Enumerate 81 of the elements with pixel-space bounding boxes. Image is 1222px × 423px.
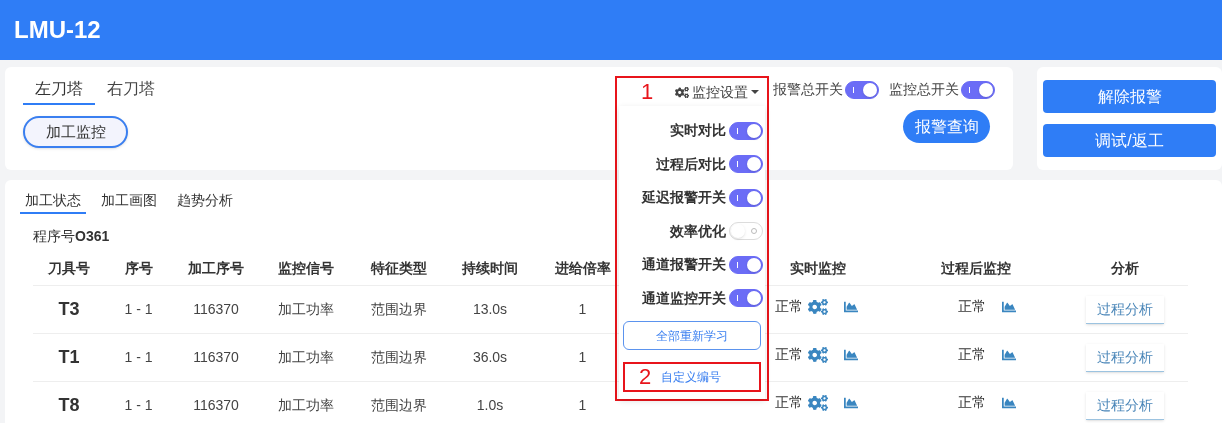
analysis-button[interactable]: 过程分析 (1086, 295, 1164, 324)
switch-label: 报警总开关 (773, 80, 843, 99)
table-cell-text: 1 - 1 (124, 300, 153, 319)
gear-icon[interactable] (808, 297, 828, 316)
relearn-button[interactable]: 全部重新学习 (623, 321, 761, 350)
table-cell-text: 1.0s (476, 396, 504, 415)
table-cell-text: 1 (578, 348, 587, 367)
area-chart-icon[interactable] (843, 347, 859, 362)
column-header: 分析 (1111, 258, 1139, 278)
toggle-label: 延迟报警开关 (642, 188, 726, 208)
content-tab[interactable]: 趋势分析 (172, 188, 238, 214)
table-cell-text: 116370 (193, 396, 239, 415)
area-chart-icon[interactable] (843, 395, 859, 410)
status-text: 正常 (958, 345, 986, 364)
table-cell-text: 13.0s (472, 300, 508, 319)
table-cell-text: T3 (58, 298, 80, 321)
toggle-switch[interactable] (961, 80, 995, 99)
custom-number-button[interactable]: 自定义编号 (651, 364, 759, 390)
table-cell-text: 1 (578, 396, 587, 415)
column-header: 监控信号 (278, 258, 334, 278)
action-button[interactable]: 解除报警 (1043, 80, 1216, 113)
status-text: 正常 (958, 297, 986, 316)
column-header: 序号 (124, 258, 153, 278)
switch-label: 监控总开关 (889, 80, 959, 99)
area-chart-icon[interactable] (1001, 347, 1017, 362)
status-text: 正常 (775, 393, 803, 412)
column-header: 进给倍率 (554, 258, 611, 278)
analysis-button[interactable]: 过程分析 (1086, 343, 1164, 372)
annotation-number: 1 (641, 81, 654, 103)
gear-icon[interactable] (808, 393, 828, 412)
table-cell-text: 116370 (193, 348, 239, 367)
toggle-switch[interactable] (729, 155, 763, 174)
settings-dropdown[interactable]: 监控设置 (675, 81, 759, 103)
status-text: 正常 (775, 345, 803, 364)
action-button[interactable]: 调试/返工 (1043, 124, 1216, 157)
table-cell-text: T8 (58, 394, 80, 417)
annotation-number: 2 (639, 366, 652, 388)
table-cell-text: 1 - 1 (124, 348, 153, 367)
column-header: 刀具号 (48, 258, 90, 278)
table-cell-text: T1 (58, 346, 80, 369)
turret-tab[interactable]: 右刀塔 (95, 75, 167, 105)
toggle-label: 效率优化 (670, 221, 726, 241)
status-text: 正常 (958, 393, 986, 412)
column-header: 加工序号 (188, 258, 244, 278)
column-header: 实时监控 (789, 258, 846, 278)
table-cell-text: 范围边界 (370, 300, 427, 319)
content-tab[interactable]: 加工状态 (20, 188, 86, 214)
table-cell-text: 1 (578, 300, 587, 319)
toggle-label: 通道报警开关 (642, 255, 726, 275)
toggle-label: 过程后对比 (656, 154, 726, 174)
toggle-switch[interactable] (729, 188, 763, 207)
area-chart-icon[interactable] (1001, 299, 1017, 314)
toggle-label: 实时对比 (670, 121, 726, 141)
status-text: 正常 (775, 297, 803, 316)
program-number: 程序号O361 (33, 228, 110, 244)
column-header: 持续时间 (462, 258, 518, 278)
turret-tab[interactable]: 左刀塔 (23, 75, 95, 105)
toggle-switch[interactable] (729, 289, 763, 308)
toggle-label: 通道监控开关 (642, 288, 726, 308)
table-cell-text: 116370 (193, 300, 239, 319)
mode-button[interactable]: 加工监控 (23, 116, 128, 148)
alarm-query-button[interactable]: 报警查询 (903, 110, 990, 143)
column-header: 过程后监控 (941, 258, 1011, 278)
table-cell-text: 加工功率 (278, 300, 334, 319)
table-cell-text: 范围边界 (370, 396, 427, 415)
gear-icon (675, 85, 689, 99)
toggle-switch[interactable] (729, 121, 763, 140)
table-cell-text: 范围边界 (370, 348, 427, 367)
table-cell-text: 1 - 1 (124, 396, 153, 415)
gear-icon[interactable] (808, 345, 828, 364)
analysis-button[interactable]: 过程分析 (1086, 391, 1164, 420)
toggle-switch[interactable] (845, 80, 879, 99)
toggle-switch[interactable] (729, 255, 763, 274)
area-chart-icon[interactable] (1001, 395, 1017, 410)
table-cell-text: 加工功率 (278, 348, 334, 367)
table-cell-text: 加工功率 (278, 396, 334, 415)
table-cell-text: 36.0s (472, 348, 508, 367)
content-tab[interactable]: 加工画图 (96, 188, 162, 214)
column-header: 特征类型 (370, 258, 427, 278)
area-chart-icon[interactable] (843, 299, 859, 314)
app-title: LMU-12 (14, 15, 101, 45)
